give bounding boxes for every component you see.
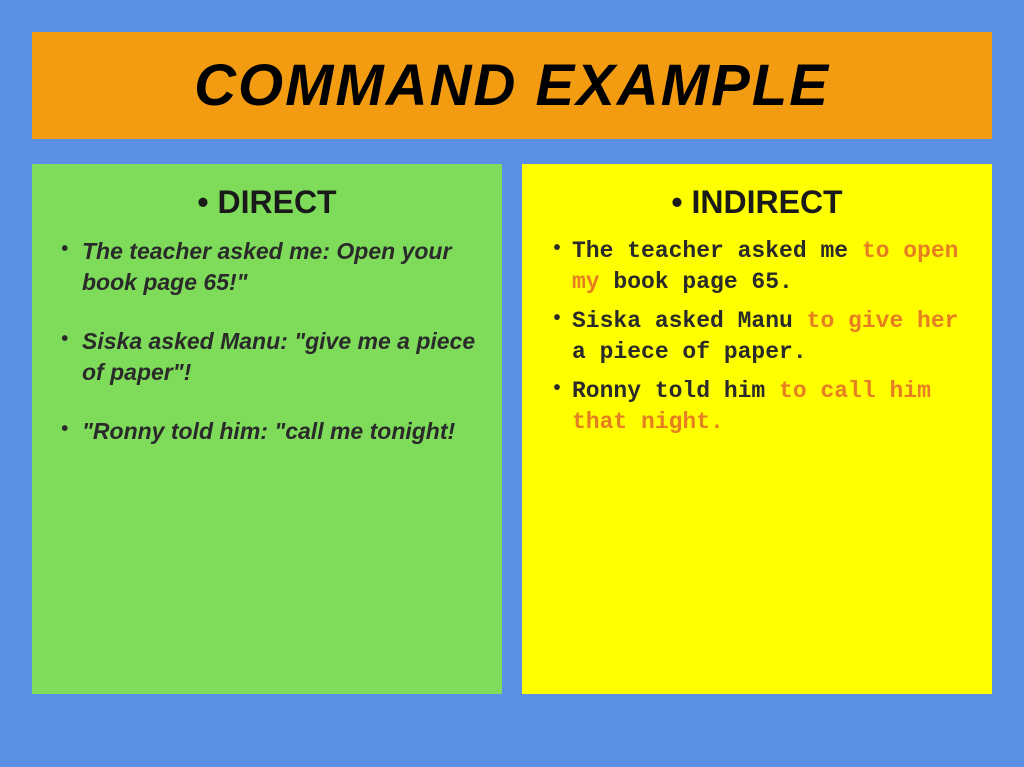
direct-column: DIRECT The teacher asked me: Open your b… <box>32 164 502 694</box>
title-bar: COMMAND EXAMPLE <box>32 32 992 139</box>
list-item: "Ronny told him: "call me tonight! <box>57 416 477 447</box>
indirect-column: INDIRECT The teacher asked me to open my… <box>522 164 992 694</box>
direct-heading: DIRECT <box>57 184 477 221</box>
highlight-text: to give her <box>807 308 959 334</box>
list-item: The teacher asked me to open my book pag… <box>547 236 967 298</box>
indirect-heading: INDIRECT <box>547 184 967 221</box>
list-item: Ronny told him to call him that night. <box>547 376 967 438</box>
columns-container: DIRECT The teacher asked me: Open your b… <box>32 164 992 694</box>
list-item: Siska asked Manu to give her a piece of … <box>547 306 967 368</box>
list-item: The teacher asked me: Open your book pag… <box>57 236 477 298</box>
indirect-list: The teacher asked me to open my book pag… <box>547 236 967 438</box>
slide-title: COMMAND EXAMPLE <box>62 52 962 119</box>
list-item: Siska asked Manu: "give me a piece of pa… <box>57 326 477 388</box>
direct-list: The teacher asked me: Open your book pag… <box>57 236 477 447</box>
